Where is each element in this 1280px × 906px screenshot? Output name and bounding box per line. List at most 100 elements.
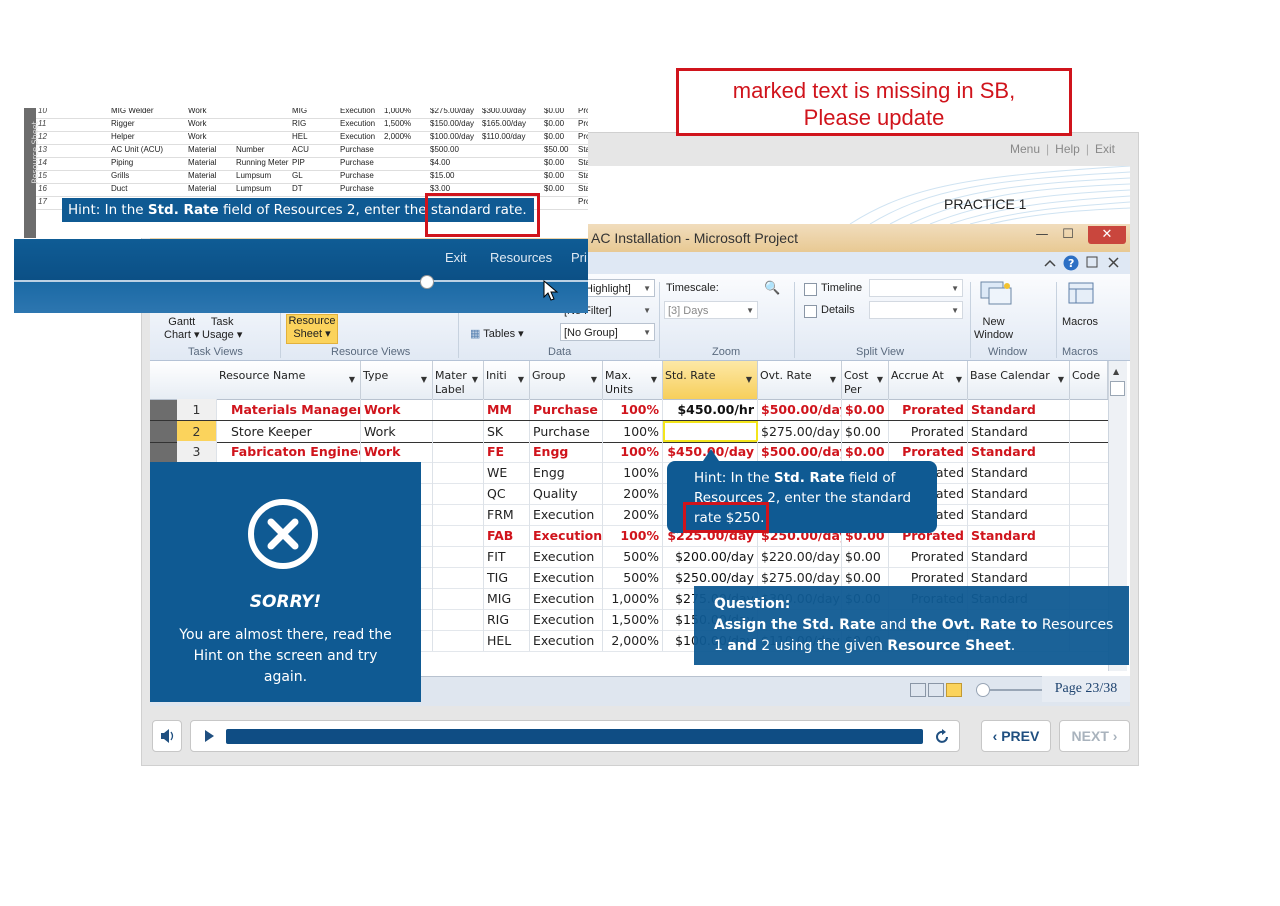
thumb-seek-knob[interactable] — [420, 275, 434, 289]
column-header-code[interactable]: Code — [1070, 361, 1108, 399]
chevron-down-icon[interactable]: ▼ — [518, 373, 524, 387]
cell-init[interactable]: FE — [484, 441, 530, 462]
help-link[interactable]: Help — [1055, 142, 1080, 156]
cell-accrue[interactable]: Prorated — [889, 546, 968, 567]
cell-group[interactable]: Purchase — [530, 421, 603, 442]
column-header-cal[interactable]: Base Calendar ▼ — [968, 361, 1070, 399]
cell-mat[interactable] — [433, 588, 484, 609]
cell-ovt[interactable]: $275.00/day — [758, 567, 842, 588]
chevron-down-icon[interactable]: ▼ — [830, 373, 836, 387]
gantt-chart-button[interactable]: Gantt Chart ▾ — [164, 316, 199, 342]
close-doc-icon[interactable] — [1108, 257, 1119, 268]
cell-name[interactable]: Store Keeper — [217, 421, 361, 442]
cell-init[interactable]: FAB — [484, 525, 530, 546]
cell-init[interactable]: HEL — [484, 630, 530, 651]
row-number[interactable]: 3 — [177, 441, 217, 462]
cell-init[interactable]: MM — [484, 399, 530, 420]
cell-mat[interactable] — [433, 441, 484, 462]
close-window-button[interactable]: ✕ — [1088, 226, 1126, 244]
chevron-down-icon[interactable]: ▼ — [421, 373, 427, 387]
cell-init[interactable]: TIG — [484, 567, 530, 588]
cell-mat[interactable] — [433, 462, 484, 483]
chevron-down-icon[interactable]: ▼ — [746, 373, 752, 387]
resource-sheet-button[interactable]: Resource Sheet ▾ — [286, 314, 338, 344]
cell-cost[interactable]: $0.00 — [842, 441, 889, 462]
group-dropdown[interactable]: [No Group] ▼ — [560, 323, 655, 341]
cell-max[interactable]: 200% — [603, 483, 663, 504]
cell-cal[interactable]: Standard — [968, 399, 1070, 420]
cell-cost[interactable]: $0.00 — [842, 421, 889, 442]
cell-max[interactable]: 1,000% — [603, 588, 663, 609]
cell-init[interactable]: RIG — [484, 609, 530, 630]
gantt-view-icon[interactable] — [910, 683, 926, 697]
cell-cal[interactable]: Standard — [968, 525, 1070, 546]
timeline-dropdown[interactable]: ▼ — [869, 279, 963, 297]
cell-cost[interactable]: $0.00 — [842, 546, 889, 567]
cell-cal[interactable]: Standard — [968, 483, 1070, 504]
cell-std[interactable]: $450.00/hr — [663, 399, 758, 420]
cell-group[interactable]: Engg — [530, 441, 603, 462]
highlight-dropdown[interactable]: Highlight] ▼ — [581, 279, 655, 297]
cell-group[interactable]: Quality — [530, 483, 603, 504]
column-header-group[interactable]: Group ▼ — [530, 361, 603, 399]
timeline-checkbox[interactable] — [804, 283, 817, 296]
cell-type[interactable]: Work — [361, 399, 433, 420]
cell-max[interactable]: 100% — [603, 399, 663, 420]
timescale-dropdown[interactable]: [3] Days ▼ — [664, 301, 758, 319]
cell-group[interactable]: Execution — [530, 546, 603, 567]
progress-fill[interactable] — [226, 729, 923, 744]
column-header-accrue[interactable]: Accrue At ▼ — [889, 361, 968, 399]
cell-group[interactable]: Execution — [530, 504, 603, 525]
zoom-icon[interactable]: 🔍 — [764, 280, 780, 296]
cell-group[interactable]: Engg — [530, 462, 603, 483]
zoom-slider-knob[interactable] — [976, 683, 990, 697]
column-header-max[interactable]: Max. Units ▼ — [603, 361, 663, 399]
cell-mat[interactable] — [433, 567, 484, 588]
resource-sheet-view-icon[interactable] — [946, 683, 962, 697]
cell-cal[interactable]: Standard — [968, 567, 1070, 588]
cell-max[interactable]: 100% — [603, 525, 663, 546]
details-checkbox[interactable] — [804, 305, 817, 318]
column-header-type[interactable]: Type ▼ — [361, 361, 433, 399]
scroll-up-icon[interactable]: ▲ — [1113, 367, 1119, 376]
tables-button[interactable]: ▦ Tables ▾ — [470, 327, 524, 340]
cell-group[interactable]: Execution — [530, 609, 603, 630]
cell-accrue[interactable]: Prorated — [889, 567, 968, 588]
cell-mat[interactable] — [433, 630, 484, 651]
next-button[interactable]: NEXT › — [1059, 720, 1130, 752]
cell-cost[interactable]: $0.00 — [842, 399, 889, 420]
cell-std[interactable] — [663, 421, 758, 442]
maximize-button[interactable]: ☐ — [1056, 226, 1080, 244]
scroll-thumb[interactable] — [1110, 381, 1125, 396]
volume-button[interactable] — [152, 720, 182, 752]
column-header-name[interactable]: Resource Name ▼ — [217, 361, 361, 399]
cell-mat[interactable] — [433, 504, 484, 525]
cell-max[interactable]: 1,500% — [603, 609, 663, 630]
table-row[interactable]: 2 Store Keeper Work SK Purchase 100% $275.00/d… — [150, 420, 1118, 443]
row-number[interactable]: 1 — [177, 399, 217, 420]
column-header-ovt[interactable]: Ovt. Rate ▼ — [758, 361, 842, 399]
replay-icon[interactable] — [933, 728, 951, 746]
cell-mat[interactable] — [433, 546, 484, 567]
thumb-resources-link[interactable]: Resources — [490, 250, 552, 265]
cell-mat[interactable] — [433, 399, 484, 420]
table-row[interactable]: 1 Materials Manager Work MM Purchase 100% $450… — [150, 399, 1118, 421]
thumb-pri-link[interactable]: Pri — [571, 250, 587, 265]
row-number[interactable]: 2 — [177, 421, 217, 442]
cell-max[interactable]: 500% — [603, 546, 663, 567]
cell-max[interactable]: 500% — [603, 567, 663, 588]
cell-init[interactable]: WE — [484, 462, 530, 483]
cell-name[interactable]: Fabricaton Engineer — [217, 441, 361, 462]
cell-cal[interactable]: Standard — [968, 546, 1070, 567]
chevron-down-icon[interactable]: ▼ — [349, 373, 355, 387]
task-usage-view-icon[interactable] — [928, 683, 944, 697]
cell-mat[interactable] — [433, 483, 484, 504]
cell-cost[interactable]: $0.00 — [842, 567, 889, 588]
minimize-button[interactable]: — — [1030, 226, 1054, 244]
cell-max[interactable]: 100% — [603, 441, 663, 462]
thumb-exit-link[interactable]: Exit — [445, 250, 467, 265]
cell-ovt[interactable]: $275.00/day — [758, 421, 842, 442]
cell-init[interactable]: FIT — [484, 546, 530, 567]
prev-button[interactable]: ‹ PREV — [981, 720, 1051, 752]
new-window-button[interactable]: New Window — [974, 316, 1013, 342]
